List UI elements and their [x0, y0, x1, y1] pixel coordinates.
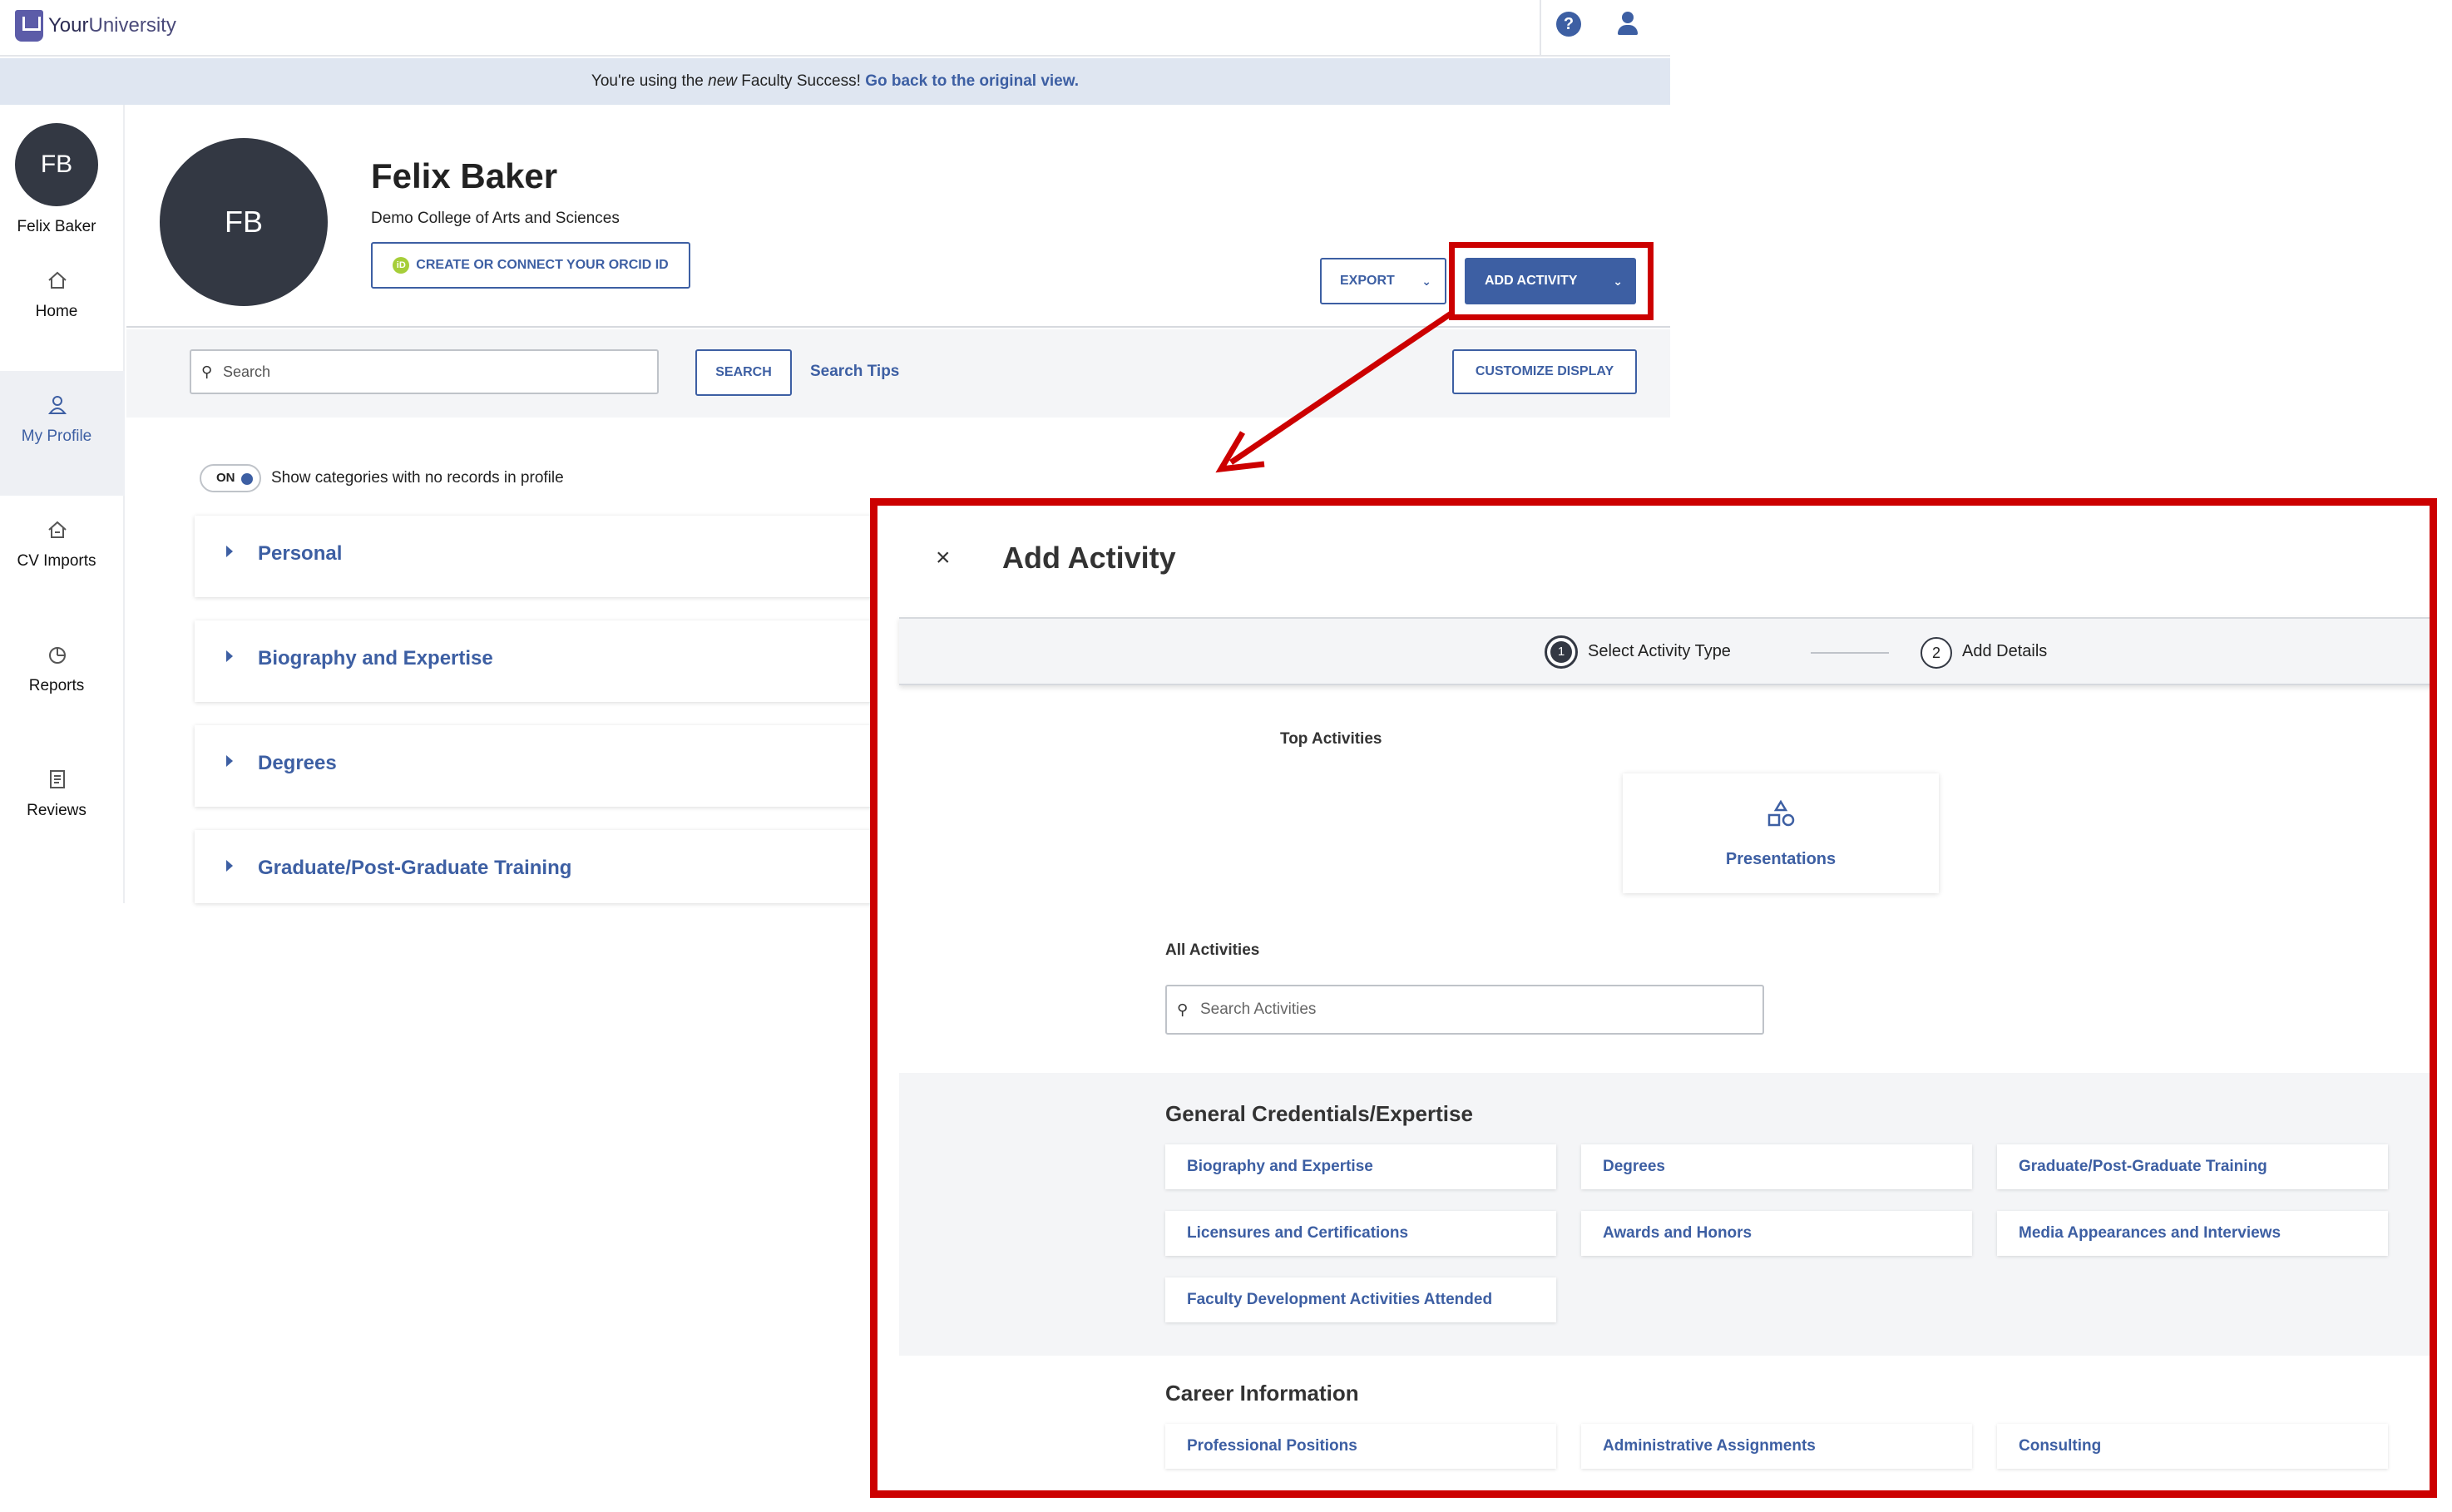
step-1-label: Select Activity Type: [1588, 642, 1731, 660]
activity-search-input[interactable]: ⚲ Search Activities: [1165, 985, 1764, 1035]
section-title: General Credentials/Expertise: [1165, 1101, 1473, 1126]
stepper: 1 Select Activity Type 2 Add Details: [899, 617, 2430, 685]
section-general-credentials: General Credentials/Expertise Biography …: [899, 1073, 2430, 1356]
step-2-indicator: 2: [1921, 637, 1952, 669]
activity-item[interactable]: Biography and Expertise: [1165, 1144, 1556, 1189]
step-2-label: Add Details: [1962, 642, 2048, 660]
step-connector: [1811, 652, 1889, 654]
activity-item[interactable]: Faculty Development Activities Attended: [1165, 1277, 1556, 1322]
activity-card-label: Presentations: [1725, 850, 1837, 868]
section-title-career: Career Information: [1165, 1381, 1359, 1406]
activity-item[interactable]: Graduate/Post-Graduate Training: [1997, 1144, 2388, 1189]
activity-item[interactable]: Degrees: [1581, 1144, 1972, 1189]
activity-item[interactable]: Awards and Honors: [1581, 1211, 1972, 1256]
search-icon: ⚲: [1177, 1001, 1189, 1018]
close-icon[interactable]: ×: [936, 544, 951, 572]
activity-item[interactable]: Administrative Assignments: [1581, 1424, 1972, 1469]
top-activities-heading: Top Activities: [1280, 730, 1382, 748]
modal-title: Add Activity: [1002, 541, 1176, 575]
modal-header: × Add Activity: [877, 506, 2430, 617]
add-activity-modal: × Add Activity 1 Select Activity Type 2 …: [870, 498, 2437, 1498]
activity-item[interactable]: Consulting: [1997, 1424, 2388, 1469]
activity-item[interactable]: Professional Positions: [1165, 1424, 1556, 1469]
shapes-icon: [1767, 799, 1795, 827]
activity-card-presentations[interactable]: Presentations: [1623, 773, 1939, 893]
step-1-indicator: 1: [1545, 635, 1578, 669]
activity-item[interactable]: Licensures and Certifications: [1165, 1211, 1556, 1256]
activity-item[interactable]: Media Appearances and Interviews: [1997, 1211, 2388, 1256]
all-activities-heading: All Activities: [1165, 941, 1260, 959]
